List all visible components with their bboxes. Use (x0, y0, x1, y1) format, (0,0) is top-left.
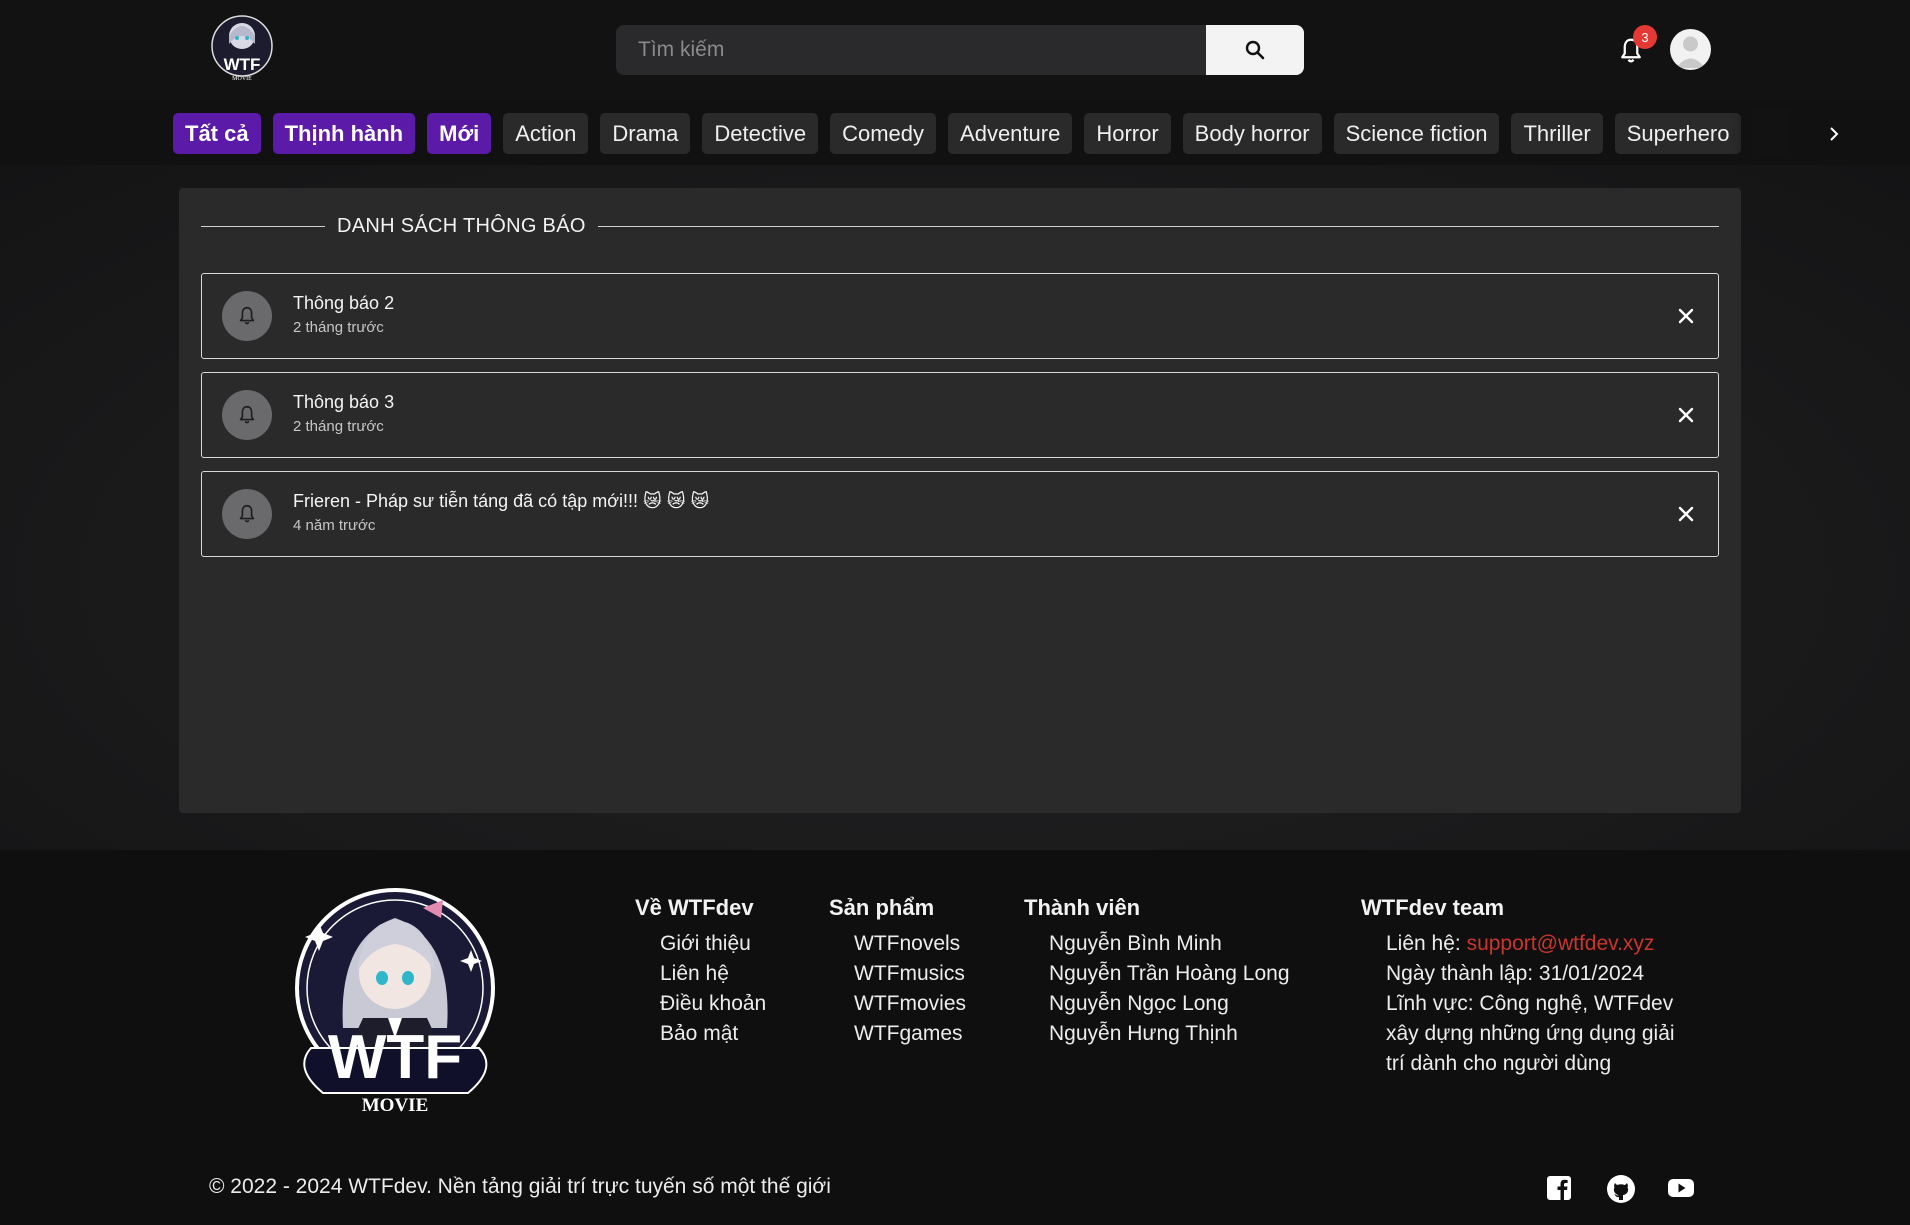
category-chip[interactable]: Mới (427, 113, 492, 154)
notification-time: 2 tháng trước (293, 418, 384, 435)
footer-member[interactable]: Nguyễn Ngọc Long (1049, 989, 1290, 1019)
search-button[interactable] (1206, 25, 1304, 75)
category-chip[interactable]: Detective (702, 113, 819, 154)
svg-text:MOVIE: MOVIE (232, 76, 252, 82)
notification-item[interactable]: Frieren - Pháp sư tiễn táng đã có tập mớ… (201, 471, 1719, 557)
close-icon (1678, 308, 1694, 324)
bell-icon (239, 504, 255, 523)
close-icon (1678, 407, 1694, 423)
category-chip[interactable]: Body horror (1182, 113, 1322, 154)
category-chip[interactable]: Thriller (1511, 113, 1603, 154)
notification-time: 4 năm trước (293, 517, 376, 534)
notification-badge: 3 (1633, 25, 1657, 49)
footer-heading: Thành viên (1024, 895, 1141, 920)
search-input[interactable] (616, 25, 1206, 75)
footer-founded: Ngày thành lập: 31/01/2024 (1386, 962, 1645, 985)
svg-text:WTF: WTF (224, 55, 261, 74)
search-bar (616, 25, 1304, 75)
footer-member[interactable]: Nguyễn Bình Minh (1049, 929, 1290, 959)
youtube-icon[interactable] (1667, 1174, 1695, 1202)
svg-text:WTF: WTF (328, 1023, 462, 1092)
github-icon[interactable] (1606, 1174, 1635, 1203)
footer-link[interactable]: Điều khoản (660, 989, 766, 1019)
footer-logo[interactable]: WTF MOVIE (283, 878, 508, 1123)
notification-item[interactable]: Thông báo 2 2 tháng trước (201, 273, 1719, 359)
category-chip[interactable]: Tất cả (173, 113, 261, 154)
contact-email-link[interactable]: support@wtfdev.xyz (1467, 932, 1655, 955)
facebook-icon[interactable] (1545, 1174, 1573, 1202)
bell-icon (239, 405, 255, 424)
footer-link[interactable]: WTFmusics (854, 959, 966, 989)
category-bar: Tất cả Thịnh hành Mới Action Drama Detective C… (173, 113, 1783, 154)
footer-member[interactable]: Nguyễn Hưng Thịnh (1049, 1019, 1290, 1049)
footer-field: xây dựng những ứng dụng giải (1386, 1022, 1675, 1045)
notification-item[interactable]: Thông báo 3 2 tháng trước (201, 372, 1719, 458)
panel-heading: DANH SÁCH THÔNG BÁO (201, 212, 1719, 240)
footer-col-about: Về WTFdev Giới thiệu Liên hệ Điều khoản … (635, 895, 766, 1049)
category-chip[interactable]: Thịnh hành (272, 113, 416, 154)
notification-panel: DANH SÁCH THÔNG BÁO Thông báo 2 2 tháng … (179, 188, 1741, 813)
footer-heading: WTFdev team (1361, 895, 1505, 920)
footer-link[interactable]: Bảo mật (660, 1019, 766, 1049)
notification-title: Frieren - Pháp sư tiễn táng đã có tập mớ… (293, 491, 710, 511)
notification-icon (222, 390, 272, 440)
site-logo[interactable]: WTF MOVIE (210, 14, 274, 84)
footer-field: Lĩnh vực: Công nghệ, WTFdev (1386, 992, 1674, 1015)
footer-link[interactable]: WTFgames (854, 1019, 966, 1049)
category-chip[interactable]: Action (503, 113, 589, 154)
panel-title: DANH SÁCH THÔNG BÁO (337, 214, 586, 237)
contact-label: Liên hệ: (1386, 932, 1467, 955)
dismiss-button[interactable] (1672, 302, 1700, 330)
footer-heading: Về WTFdev (635, 895, 754, 920)
category-chip[interactable]: Comedy (830, 113, 937, 154)
footer-link[interactable]: WTFmovies (854, 989, 966, 1019)
category-chip[interactable]: Science fiction (1333, 113, 1500, 154)
footer-col-products: Sản phẩm WTFnovels WTFmusics WTFmovies W… (829, 895, 966, 1049)
search-icon (1245, 40, 1265, 60)
notification-icon (222, 489, 272, 539)
divider (597, 225, 1719, 227)
footer-col-members: Thành viên Nguyễn Bình Minh Nguyễn Trần … (1024, 895, 1290, 1049)
footer-link[interactable]: WTFnovels (854, 929, 966, 959)
notification-title: Thông báo 3 (293, 392, 395, 412)
footer-contact: Liên hệ: support@wtfdev.xyz (1386, 929, 1675, 959)
bell-icon (239, 306, 255, 325)
footer-heading: Sản phẩm (829, 895, 935, 920)
copyright-text: © 2022 - 2024 WTFdev. Nền tảng giải trí … (209, 1175, 831, 1198)
close-icon (1678, 506, 1694, 522)
notification-icon (222, 291, 272, 341)
chevron-right-icon (1830, 127, 1839, 141)
footer-link[interactable]: Liên hệ (660, 959, 766, 989)
category-next-button[interactable] (1820, 120, 1848, 148)
dismiss-button[interactable] (1672, 500, 1700, 528)
footer-field: trí dành cho người dùng (1386, 1052, 1612, 1075)
notification-time: 2 tháng trước (293, 319, 384, 336)
footer-col-team: WTFdev team Liên hệ: support@wtfdev.xyz … (1361, 895, 1675, 1079)
category-chip[interactable]: Superhero (1614, 113, 1742, 154)
footer-link[interactable]: Giới thiệu (660, 929, 766, 959)
category-chip[interactable]: Drama (600, 113, 691, 154)
user-icon (1676, 36, 1705, 68)
dismiss-button[interactable] (1672, 401, 1700, 429)
category-chip[interactable]: Horror (1084, 113, 1171, 154)
category-fade (1730, 108, 1790, 158)
category-chip[interactable]: Adventure (948, 113, 1073, 154)
notification-title: Thông báo 2 (293, 293, 395, 313)
divider (201, 225, 325, 227)
svg-text:MOVIE: MOVIE (362, 1095, 429, 1116)
user-avatar[interactable] (1670, 29, 1711, 70)
footer-member[interactable]: Nguyễn Trần Hoàng Long (1049, 959, 1290, 989)
